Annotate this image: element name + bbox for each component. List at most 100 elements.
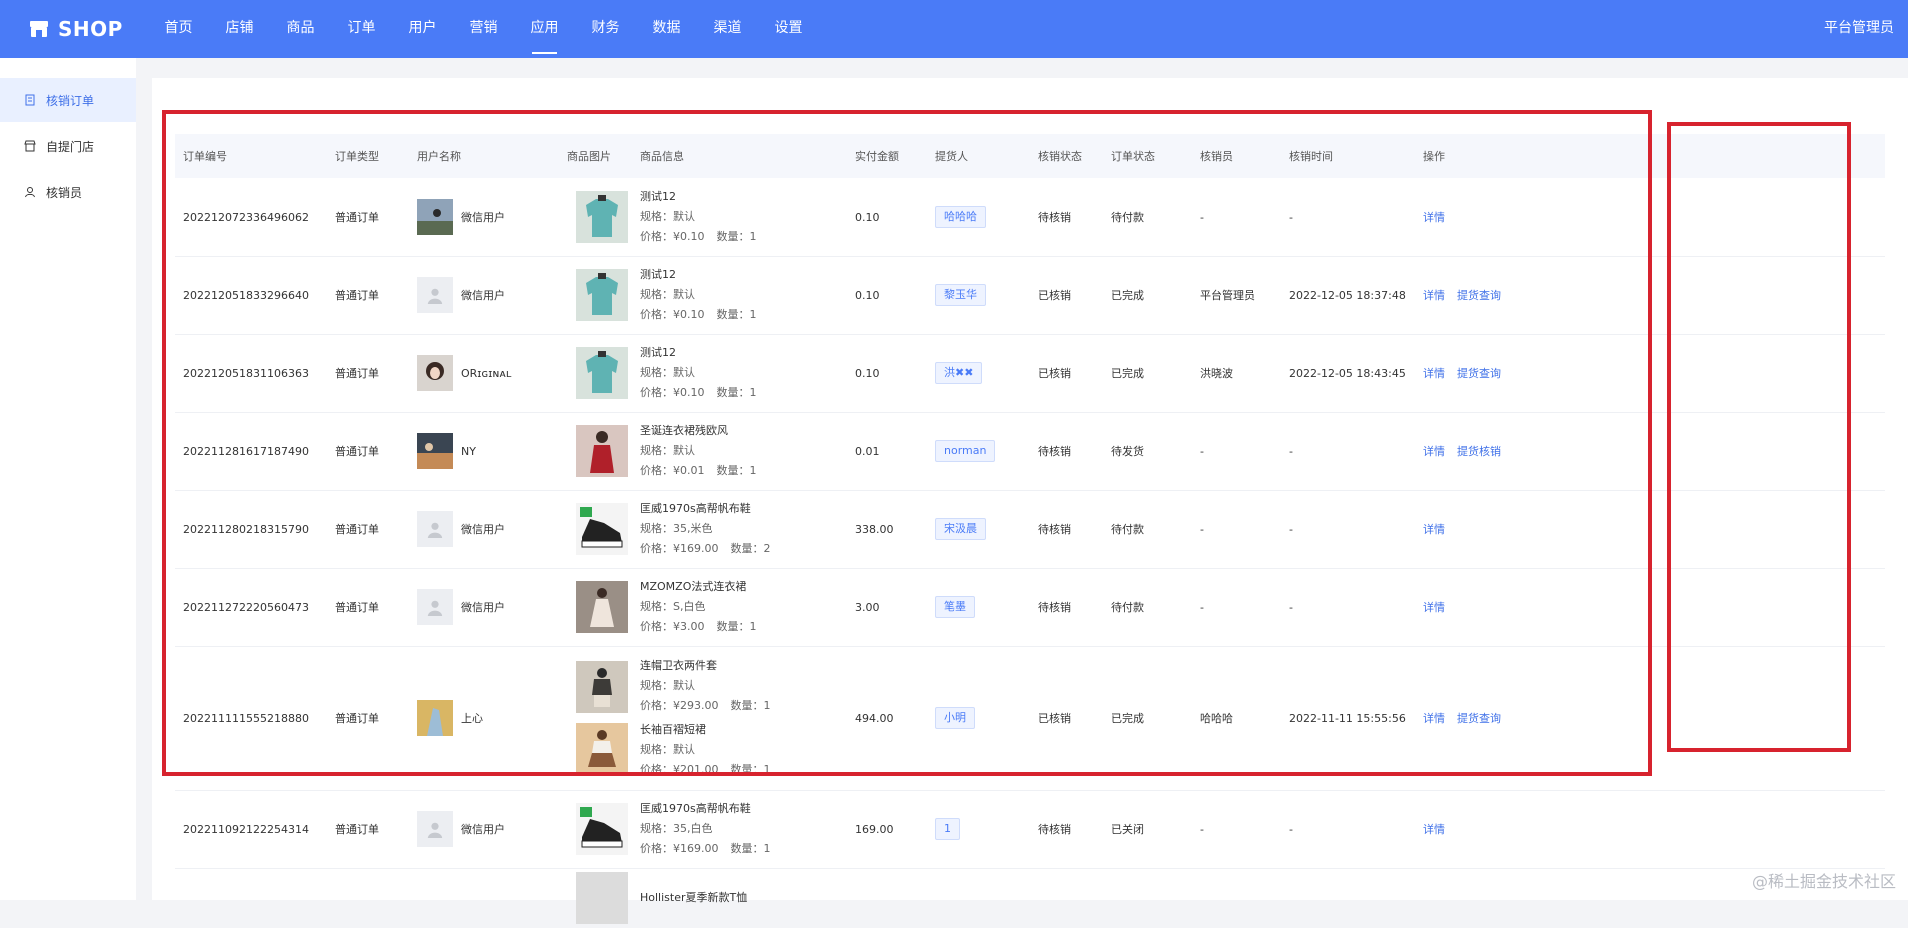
picker-tag: 宋汲晨 — [935, 518, 986, 540]
product-info: 匡威1970s高帮帆布鞋规格：35,米色 价格：¥169.00 数量：2 — [640, 490, 850, 568]
user-name: 微信用户 — [461, 211, 505, 224]
pickup-query-link[interactable]: 提货查询 — [1457, 710, 1501, 726]
current-user-menu[interactable]: 平台管理员 — [1824, 0, 1894, 56]
order-status: 已关闭 — [1111, 823, 1144, 836]
sidebar-item-label: 自提门店 — [46, 139, 95, 154]
product-name[interactable]: 测试12 — [640, 343, 769, 363]
product-name[interactable]: 连帽卫衣两件套 — [640, 656, 783, 676]
picker-cell: 小明 — [935, 646, 1035, 790]
nav-item[interactable]: 营销 — [453, 0, 514, 58]
order-status: 待发货 — [1111, 445, 1144, 458]
order-type: 普通订单 — [335, 289, 379, 302]
product-spec: 规格：默认 — [640, 743, 695, 756]
order-type: 普通订单 — [335, 712, 379, 725]
order-type: 普通订单 — [335, 823, 379, 836]
order-type: 普通订单 — [335, 211, 379, 224]
nav-item[interactable]: 订单 — [331, 0, 392, 58]
picker-cell: 洪✖✖ — [935, 334, 1035, 412]
verification-status: 已核销 — [1038, 712, 1071, 725]
nav-item[interactable]: 商品 — [270, 0, 331, 58]
product-images — [567, 334, 637, 412]
column-header-info: 商品信息 — [640, 150, 684, 163]
actions-cell — [1423, 868, 1563, 928]
product-name[interactable]: 测试12 — [640, 187, 769, 207]
verification-status: 待核销 — [1038, 601, 1071, 614]
order-status: 待付款 — [1111, 211, 1144, 224]
order-status: 已完成 — [1111, 367, 1144, 380]
pickup-query-link[interactable]: 提货查询 — [1457, 365, 1501, 381]
sidebar-item[interactable]: 核销订单 — [0, 78, 136, 122]
order-number: 202212051833296640 — [183, 288, 309, 302]
watermark: @稀土掘金技术社区 — [1751, 872, 1896, 891]
details-link[interactable]: 详情 — [1423, 443, 1445, 459]
product-name[interactable]: 匡威1970s高帮帆布鞋 — [640, 499, 783, 519]
order-number: 202211280218315790 — [183, 522, 309, 536]
product-images — [567, 412, 637, 490]
nav-item[interactable]: 数据 — [636, 0, 697, 58]
nav-item[interactable]: 首页 — [148, 0, 209, 58]
product-images — [567, 646, 637, 790]
pickup-verify-link[interactable]: 提货核销 — [1457, 443, 1501, 459]
nav-item[interactable]: 应用 — [514, 0, 575, 58]
nav-item[interactable]: 店铺 — [209, 0, 270, 58]
paid-amount: 3.00 — [855, 600, 880, 614]
details-link[interactable]: 详情 — [1423, 521, 1445, 537]
nav-item[interactable]: 渠道 — [697, 0, 758, 58]
user-name: NY — [461, 444, 476, 458]
user-cell: 微信用户 — [417, 568, 567, 646]
product-name[interactable]: Hollister夏季新款T恤 — [640, 888, 747, 908]
brand-logo[interactable]: SHOP — [28, 17, 123, 41]
product-name[interactable]: 测试12 — [640, 265, 769, 285]
actions-cell: 详情 提货核销 — [1423, 412, 1563, 490]
product-name[interactable]: 圣诞连衣裙残欧风 — [640, 421, 769, 441]
user-cell: 微信用户 — [417, 256, 567, 334]
picker-cell: norman — [935, 412, 1035, 490]
order-status: 待付款 — [1111, 601, 1144, 614]
brand-name: SHOP — [58, 17, 123, 41]
verification-status: 已核销 — [1038, 367, 1071, 380]
order-type: 普通订单 — [335, 367, 379, 380]
table-row: 202211280218315790 普通订单 微信用户 匡威1970s高帮帆布鞋 规格… — [175, 490, 1885, 569]
product-info: 圣诞连衣裙残欧风 规格：默认 价格：¥0.01 数量：1 — [640, 412, 850, 490]
sidebar-item[interactable]: 核销员 — [0, 170, 136, 214]
nav-item[interactable]: 设置 — [758, 0, 819, 58]
pickup-query-link[interactable]: 提货查询 — [1457, 287, 1501, 303]
product-name[interactable]: MZOMZO法式连衣裙 — [640, 577, 769, 597]
sidebar-item[interactable]: 自提门店 — [0, 124, 136, 168]
product-image — [576, 269, 628, 321]
details-link[interactable]: 详情 — [1423, 821, 1445, 837]
product-spec: 规格：35,米色 — [640, 522, 713, 535]
product-price-line: 价格：¥0.10 数量：1 — [640, 305, 769, 325]
column-header-amount: 实付金额 — [855, 150, 899, 163]
table-row: 202212072336496062 普通订单 微信用户 测试12 规格：默认 价格：¥0… — [175, 178, 1885, 257]
product-images — [567, 868, 637, 928]
details-link[interactable]: 详情 — [1423, 710, 1445, 726]
nav-item[interactable]: 用户 — [392, 0, 453, 58]
picker-cell: 黎玉华 — [935, 256, 1035, 334]
product-price: 价格：¥0.10 — [640, 230, 705, 243]
nav-item[interactable]: 财务 — [575, 0, 636, 58]
order-status: 已完成 — [1111, 712, 1144, 725]
product-quantity: 数量：2 — [730, 542, 771, 555]
details-link[interactable]: 详情 — [1423, 599, 1445, 615]
verifier-name: - — [1200, 600, 1204, 614]
details-link[interactable]: 详情 — [1423, 287, 1445, 303]
product-price: 价格：¥169.00 — [640, 542, 719, 555]
product-images — [567, 790, 637, 868]
verification-time: - — [1289, 522, 1293, 536]
product-image — [576, 425, 628, 477]
verification-time: 2022-12-05 18:43:45 — [1289, 366, 1406, 380]
product-name[interactable]: 长袖百褶短裙 — [640, 720, 783, 740]
picker-tag: 笔墨 — [935, 596, 975, 618]
product-quantity: 数量：1 — [730, 763, 771, 776]
product-price-line: 价格：¥293.00 数量：1 — [640, 696, 783, 716]
picker-tag: 黎玉华 — [935, 284, 986, 306]
details-link[interactable]: 详情 — [1423, 365, 1445, 381]
product-images — [567, 178, 637, 256]
product-name[interactable]: 匡威1970s高帮帆布鞋 — [640, 799, 783, 819]
details-link[interactable]: 详情 — [1423, 209, 1445, 225]
verification-status: 待核销 — [1038, 523, 1071, 536]
default-avatar-icon — [417, 811, 453, 847]
sidebar: 核销订单自提门店核销员 — [0, 58, 136, 900]
product-spec: 规格：S,白色 — [640, 600, 706, 613]
